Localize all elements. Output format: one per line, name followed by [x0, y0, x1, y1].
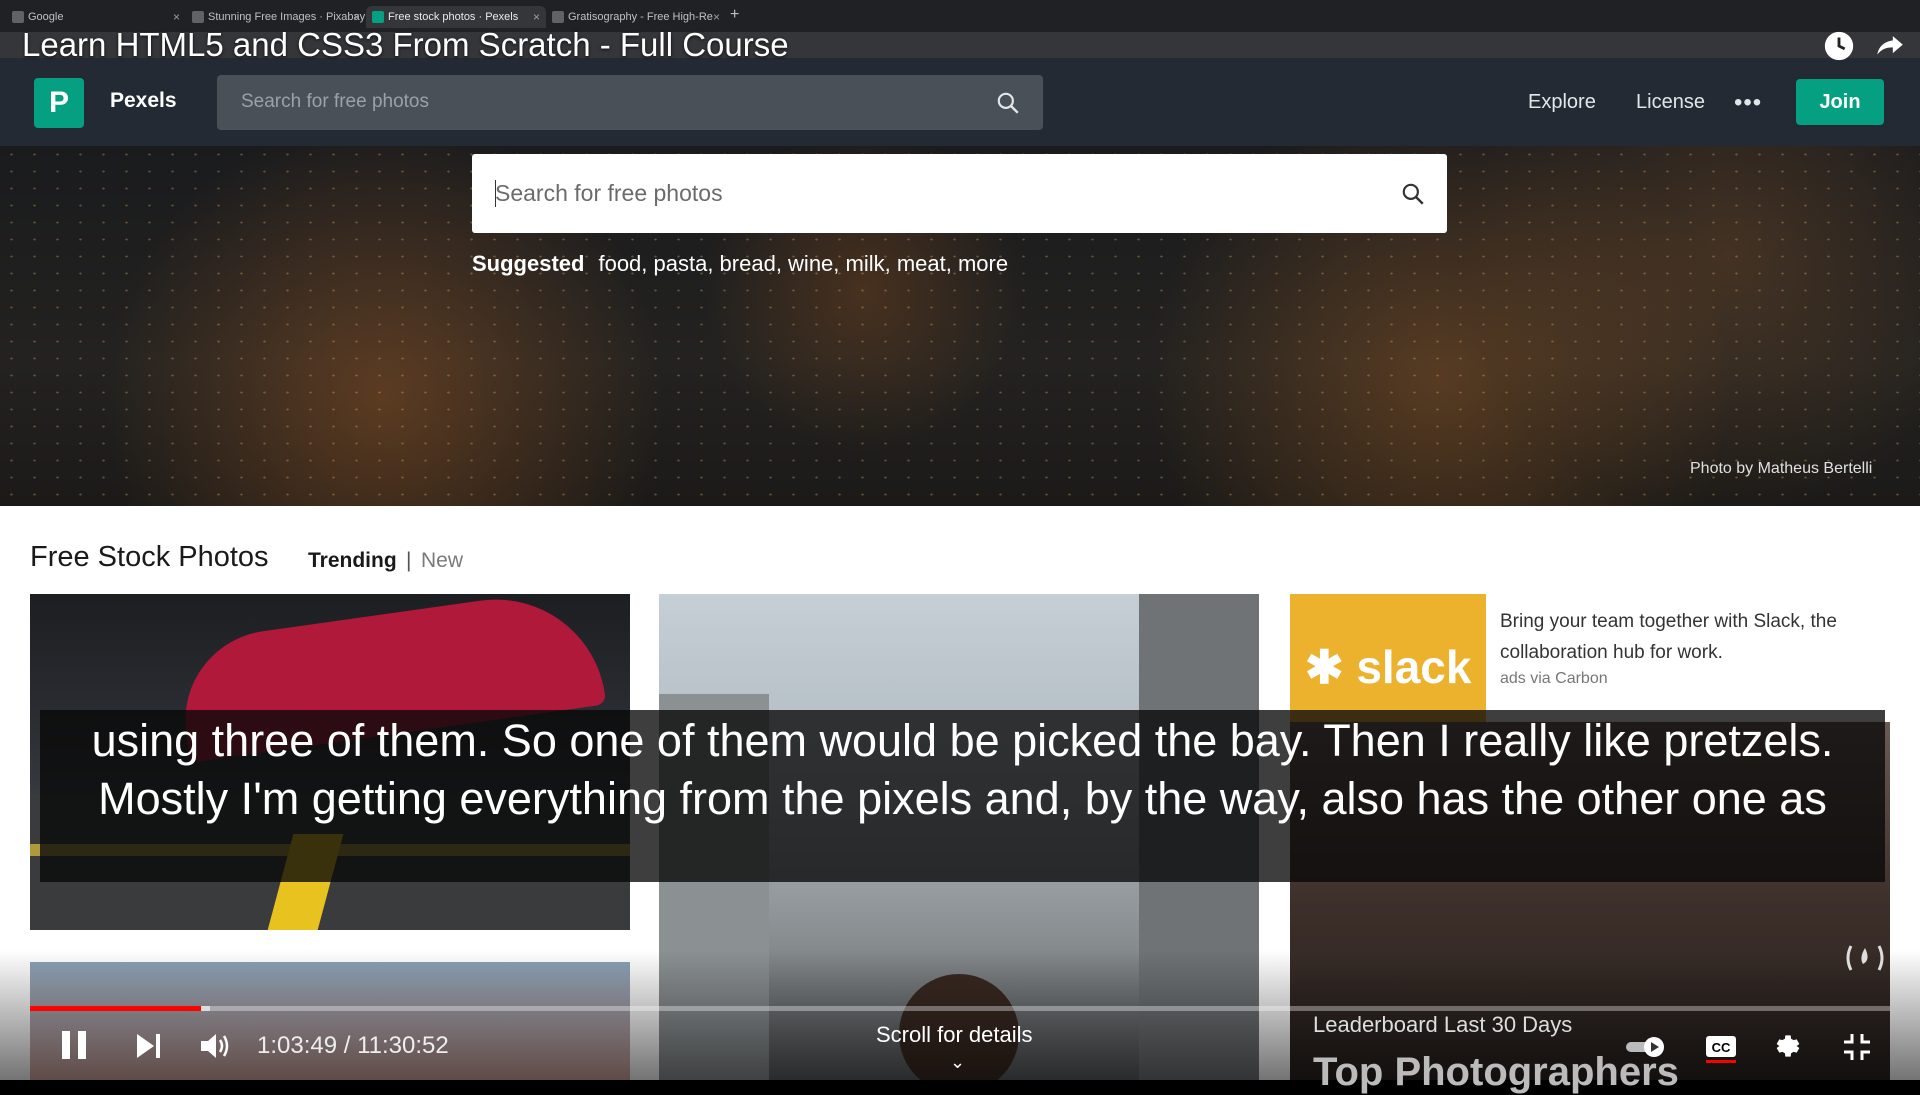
ad-attribution[interactable]: ads via Carbon	[1500, 670, 1608, 688]
video-caption: using three of them. So one of them woul…	[40, 710, 1885, 882]
nav-link-license[interactable]: License	[1636, 91, 1705, 114]
join-button[interactable]: Join	[1796, 79, 1884, 125]
pixabay-favicon-icon	[192, 11, 204, 23]
text-caret	[495, 180, 496, 207]
video-top-actions	[1822, 26, 1910, 66]
more-menu-icon[interactable]: •••	[1734, 89, 1762, 117]
tab-trending[interactable]: Trending	[308, 549, 397, 573]
close-tab-icon[interactable]: ×	[353, 6, 360, 28]
slack-logo: ✱ slack	[1305, 641, 1472, 693]
pexels-favicon-icon	[372, 11, 384, 23]
suggested-links[interactable]: food, pasta, bread, wine, milk, meat, mo…	[598, 251, 1008, 276]
search-icon[interactable]	[995, 90, 1021, 116]
slack-hash-icon: ✱	[1305, 641, 1344, 693]
suggested-label: Suggested	[472, 251, 585, 276]
settings-gear-icon[interactable]	[1772, 1030, 1804, 1062]
tab-new[interactable]: New	[421, 549, 463, 573]
scroll-for-details[interactable]: Scroll for details	[876, 1022, 1033, 1048]
photo-credit[interactable]: Photo by Matheus Bertelli	[1690, 460, 1872, 478]
next-icon[interactable]	[134, 1032, 164, 1060]
channel-watermark[interactable]	[1840, 942, 1890, 992]
hero-search-placeholder: Search for free photos	[495, 180, 723, 206]
ad-text[interactable]: Bring your team together with Slack, the…	[1500, 606, 1900, 668]
close-tab-icon[interactable]: ×	[533, 6, 540, 28]
close-tab-icon[interactable]: ×	[713, 6, 720, 28]
progress-bar-played	[30, 1006, 202, 1011]
time-display: 1:03:49 / 11:30:52	[257, 1032, 449, 1059]
watch-later-icon[interactable]	[1822, 29, 1856, 63]
pause-icon[interactable]	[58, 1028, 90, 1062]
browser-tab-google[interactable]: Google ×	[6, 6, 186, 28]
browser-tab-gratisography[interactable]: Gratisography - Free High-Re ×	[546, 6, 726, 28]
nav-link-explore[interactable]: Explore	[1528, 91, 1596, 114]
nav-search-placeholder: Search for free photos	[241, 91, 429, 112]
browser-tab-pixabay[interactable]: Stunning Free Images · Pixabay ×	[186, 6, 366, 28]
new-tab-button[interactable]: +	[730, 6, 739, 24]
suggested-searches: Suggested food, pasta, bread, wine, milk,…	[472, 251, 1008, 277]
freecodecamp-icon	[1846, 945, 1884, 971]
leaderboard-title: Leaderboard Last 30 Days	[1313, 1012, 1573, 1037]
tab-separator: |	[406, 549, 412, 572]
google-favicon-icon	[12, 11, 24, 23]
volume-icon[interactable]	[198, 1030, 232, 1062]
gratisography-favicon-icon	[552, 11, 564, 23]
search-icon[interactable]	[1400, 181, 1426, 207]
pexels-brand-name[interactable]: Pexels	[110, 89, 177, 113]
chevron-down-icon[interactable]: ⌄	[950, 1052, 965, 1073]
caption-text: using three of them. So one of them woul…	[91, 715, 1834, 824]
section-title: Free Stock Photos	[30, 541, 269, 573]
video-title[interactable]: Learn HTML5 and CSS3 From Scratch - Full…	[22, 26, 789, 64]
pexels-logo[interactable]: P	[34, 78, 84, 128]
autoplay-toggle-icon[interactable]	[1624, 1034, 1668, 1060]
share-icon[interactable]	[1870, 29, 1910, 63]
browser-tab-pexels[interactable]: Free stock photos · Pexels ×	[366, 6, 546, 28]
svg-text:CC: CC	[1712, 1040, 1731, 1055]
exit-fullscreen-icon[interactable]	[1842, 1032, 1872, 1062]
progress-bar-track[interactable]	[30, 1006, 1890, 1011]
close-tab-icon[interactable]: ×	[173, 6, 180, 28]
captions-icon[interactable]: CC	[1704, 1032, 1738, 1064]
